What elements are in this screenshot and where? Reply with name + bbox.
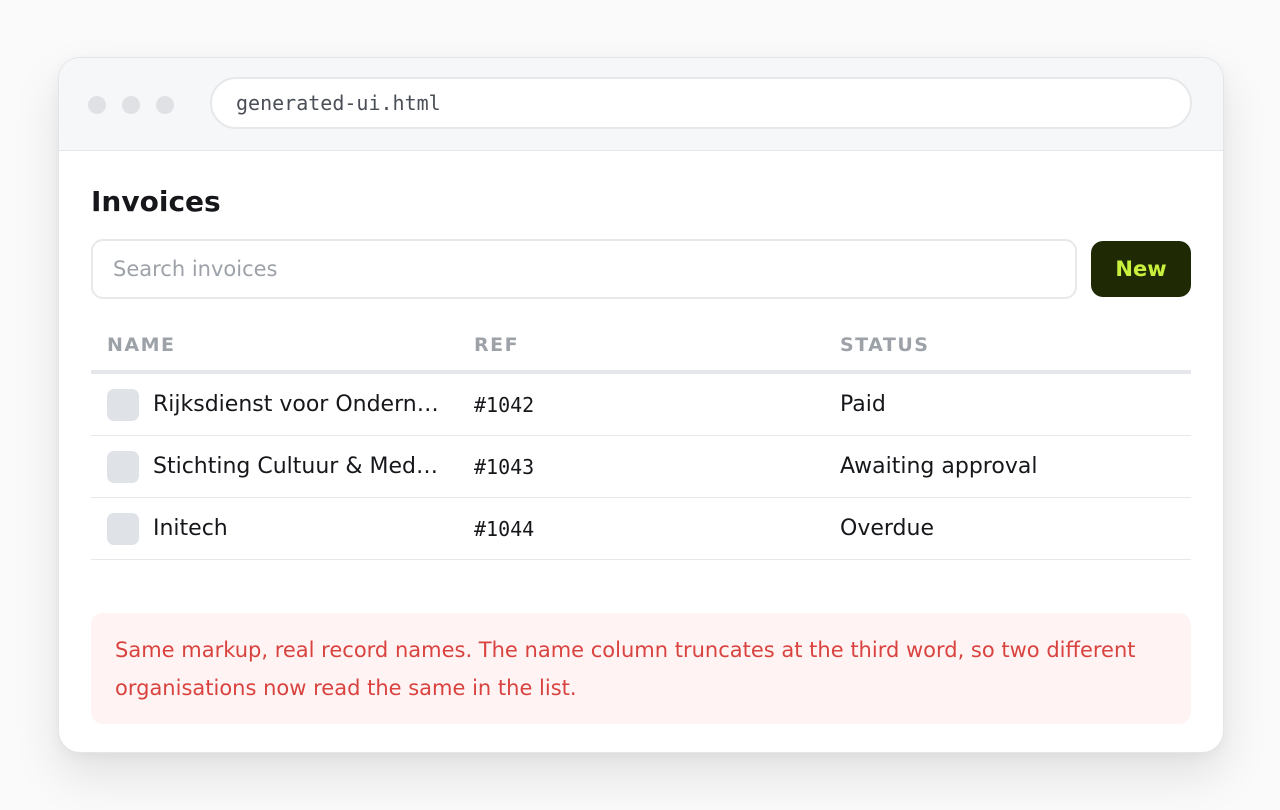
truncation-notice: Same markup, real record names. The name…	[91, 613, 1191, 724]
page-title: Invoices	[91, 185, 221, 218]
table-row[interactable]: Stichting Cultuur & Media Amsterdam #104…	[91, 436, 1191, 498]
invoice-name: Rijksdienst voor Ondernemend Nederland	[153, 392, 441, 417]
window-minimize-dot-icon[interactable]	[122, 96, 140, 114]
search-input[interactable]	[91, 239, 1077, 299]
invoice-name: Stichting Cultuur & Media Amsterdam	[153, 454, 441, 479]
table-row[interactable]: Initech #1044 Overdue	[91, 498, 1191, 560]
invoice-name: Initech	[153, 516, 228, 541]
row-checkbox[interactable]	[107, 513, 139, 545]
invoice-ref: #1044	[474, 517, 535, 541]
column-header-name[interactable]: NAME	[107, 334, 176, 356]
table-row[interactable]: Rijksdienst voor Ondernemend Nederland #…	[91, 374, 1191, 436]
window-close-dot-icon[interactable]	[88, 96, 106, 114]
address-bar[interactable]: generated-ui.html	[210, 77, 1192, 129]
invoice-ref: #1042	[474, 393, 535, 417]
invoice-status: Awaiting approval	[840, 454, 1038, 479]
invoice-table: NAME REF STATUS Rijksdienst voor Onderne…	[91, 324, 1191, 560]
new-invoice-button[interactable]: New	[1091, 241, 1191, 297]
row-checkbox[interactable]	[107, 389, 139, 421]
column-header-ref[interactable]: REF	[474, 334, 519, 356]
window-maximize-dot-icon[interactable]	[156, 96, 174, 114]
browser-titlebar: generated-ui.html	[59, 58, 1223, 151]
table-header: NAME REF STATUS	[91, 324, 1191, 374]
invoice-ref: #1043	[474, 455, 535, 479]
invoice-status: Paid	[840, 392, 886, 417]
browser-window: generated-ui.html Invoices New NAME REF …	[58, 57, 1224, 753]
row-checkbox[interactable]	[107, 451, 139, 483]
invoice-status: Overdue	[840, 516, 934, 541]
column-header-status[interactable]: STATUS	[840, 334, 929, 356]
